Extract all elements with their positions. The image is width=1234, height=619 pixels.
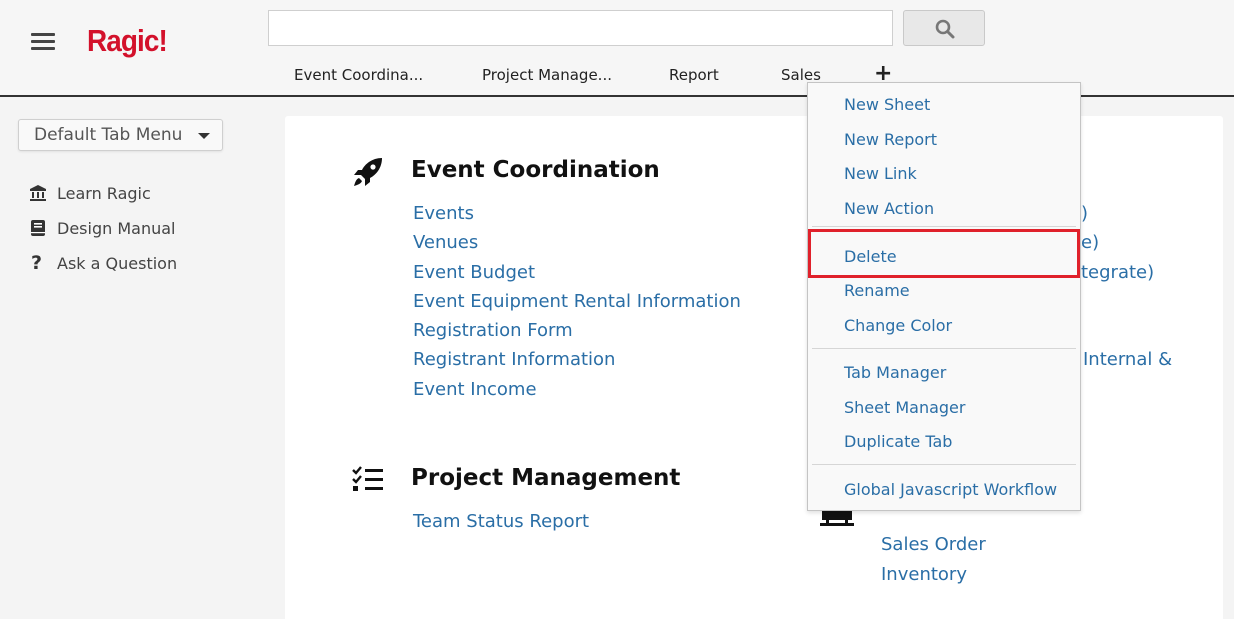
sheet-link-equipment-rental[interactable]: Event Equipment Rental Information: [413, 291, 741, 312]
sheet-link-registrant-information[interactable]: Registrant Information: [413, 349, 615, 370]
chevron-down-icon: [198, 133, 210, 139]
menu-divider: [812, 464, 1076, 465]
sheet-link-registration-form[interactable]: Registration Form: [413, 320, 573, 341]
sheet-link-inventory[interactable]: Inventory: [881, 564, 967, 585]
menu-item-new-sheet[interactable]: New Sheet: [844, 95, 930, 114]
sidebar-link-label: Learn Ragic: [57, 183, 151, 203]
menu-item-sheet-manager[interactable]: Sheet Manager: [844, 398, 965, 417]
sheet-link-event-income[interactable]: Event Income: [413, 379, 537, 400]
tab-menu-label: Default Tab Menu: [34, 125, 183, 145]
cart-icon: [820, 511, 854, 526]
section-title-event-coordination: Event Coordination: [411, 157, 660, 183]
menu-item-tab-manager[interactable]: Tab Manager: [844, 363, 946, 382]
tab-menu-select[interactable]: Default Tab Menu: [18, 119, 223, 151]
tab-context-menu: New Sheet New Report New Link New Action…: [807, 82, 1081, 511]
menu-item-duplicate-tab[interactable]: Duplicate Tab: [844, 432, 952, 451]
sidebar-link-label: Ask a Question: [57, 253, 178, 273]
sheet-link-partial-1[interactable]: ): [1081, 203, 1088, 224]
sheet-link-sales-order[interactable]: Sales Order: [881, 534, 986, 555]
menu-item-new-action[interactable]: New Action: [844, 199, 934, 218]
menu-divider: [812, 348, 1076, 349]
menu-item-new-link[interactable]: New Link: [844, 164, 917, 183]
ragic-logo[interactable]: Ragic!: [87, 23, 168, 59]
tab-report[interactable]: Report: [669, 66, 719, 84]
sheet-link-partial-3[interactable]: tegrate): [1081, 262, 1154, 283]
sidebar-link-label: Design Manual: [57, 218, 176, 238]
tab-event-coordination[interactable]: Event Coordina...: [294, 66, 423, 84]
bank-icon: [29, 183, 49, 203]
search-input[interactable]: [268, 10, 893, 46]
section-title-project-management: Project Management: [411, 465, 681, 491]
rocket-icon: [354, 158, 382, 186]
menu-item-delete[interactable]: Delete: [844, 247, 897, 266]
tab-project-management[interactable]: Project Manage...: [482, 66, 612, 84]
book-icon: [29, 218, 49, 238]
sidebar-link-design-manual[interactable]: Design Manual: [29, 217, 175, 239]
menu-item-rename[interactable]: Rename: [844, 281, 910, 300]
sheet-link-partial-2[interactable]: e): [1081, 232, 1099, 253]
search-icon: [935, 19, 955, 39]
sidebar-link-ask-question[interactable]: ? Ask a Question: [29, 252, 177, 274]
hamburger-menu-icon[interactable]: [31, 33, 55, 51]
menu-item-change-color[interactable]: Change Color: [844, 316, 952, 335]
sheet-link-events[interactable]: Events: [413, 203, 474, 224]
menu-item-new-report[interactable]: New Report: [844, 130, 937, 149]
search-button[interactable]: [903, 10, 985, 46]
sheet-link-event-budget[interactable]: Event Budget: [413, 262, 535, 283]
question-icon: ?: [31, 252, 43, 274]
sheet-link-venues[interactable]: Venues: [413, 232, 478, 253]
sheet-link-team-status-report[interactable]: Team Status Report: [413, 511, 589, 532]
tasks-icon: [352, 466, 383, 491]
sheet-link-partial-4[interactable]: Internal &: [1083, 349, 1172, 370]
menu-divider: [812, 226, 1076, 227]
sidebar-link-learn-ragic[interactable]: Learn Ragic: [29, 182, 151, 204]
menu-item-global-javascript-workflow[interactable]: Global Javascript Workflow: [844, 480, 1057, 499]
